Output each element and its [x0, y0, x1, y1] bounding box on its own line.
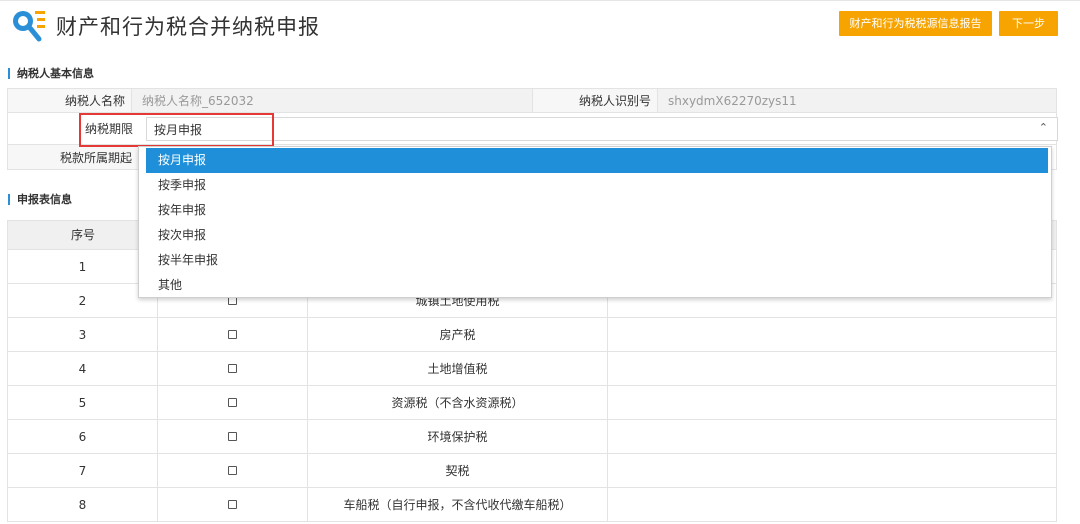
table-row: 3 房产税	[7, 318, 1057, 352]
row-extra	[608, 454, 1056, 487]
page-title: 财产和行为税合并纳税申报	[56, 15, 320, 39]
row-checkbox-cell	[158, 488, 308, 521]
table-row: 7 契税	[7, 454, 1057, 488]
taxpayer-id-value: shxydmX62270zys11	[658, 89, 1056, 112]
taxpayer-name-label: 纳税人名称	[8, 89, 132, 112]
taxpayer-row: 纳税人名称 纳税人名称_652032 纳税人识别号 shxydmX62270zy…	[7, 88, 1057, 113]
next-step-button[interactable]: 下一步	[999, 11, 1058, 36]
basic-info-section-title: 纳税人基本信息	[8, 68, 94, 79]
declaration-section-title: 申报表信息	[8, 194, 72, 205]
row-checkbox[interactable]	[228, 330, 237, 339]
row-extra	[608, 318, 1056, 351]
row-extra	[608, 352, 1056, 385]
taxpayer-id-label: 纳税人识别号	[533, 89, 658, 112]
period-highlight-box	[79, 113, 274, 147]
row-checkbox-cell	[158, 386, 308, 419]
row-no: 1	[8, 250, 158, 283]
row-checkbox-cell	[158, 420, 308, 453]
page-header: 财产和行为税合并纳税申报 财产和行为税税源信息报告 下一步	[0, 0, 1080, 48]
row-tax-name: 环境保护税	[308, 420, 608, 453]
row-no: 3	[8, 318, 158, 351]
row-tax-name: 房产税	[308, 318, 608, 351]
tax-source-report-button[interactable]: 财产和行为税税源信息报告	[839, 11, 992, 36]
row-checkbox[interactable]	[228, 432, 237, 441]
row-checkbox-cell	[158, 352, 308, 385]
option-yearly[interactable]: 按年申报	[146, 198, 1048, 223]
row-checkbox[interactable]	[228, 364, 237, 373]
table-row: 4 土地增值税	[7, 352, 1057, 386]
option-semiannual[interactable]: 按半年申报	[146, 248, 1048, 273]
row-tax-name: 资源税（不含水资源税）	[308, 386, 608, 419]
table-row: 5 资源税（不含水资源税）	[7, 386, 1057, 420]
option-quarterly[interactable]: 按季申报	[146, 173, 1048, 198]
row-no: 7	[8, 454, 158, 487]
row-no: 6	[8, 420, 158, 453]
period-dropdown: 按月申报 按季申报 按年申报 按次申报 按半年申报 其他	[138, 146, 1052, 298]
row-checkbox[interactable]	[228, 500, 237, 509]
row-checkbox-cell	[158, 454, 308, 487]
tax-period-start-label: 税款所属期起	[8, 145, 139, 169]
header-no: 序号	[70, 228, 95, 242]
row-extra	[608, 386, 1056, 419]
chevron-up-icon: ⌃	[1038, 121, 1048, 134]
row-extra	[608, 488, 1056, 521]
row-no: 5	[8, 386, 158, 419]
magnifier-list-icon	[13, 11, 45, 42]
taxpayer-name-value: 纳税人名称_652032	[132, 89, 533, 112]
option-other[interactable]: 其他	[146, 273, 1048, 298]
row-tax-name: 土地增值税	[308, 352, 608, 385]
row-checkbox-cell	[158, 318, 308, 351]
table-row: 8 车船税（自行申报，不含代收代缴车船税）	[7, 488, 1057, 522]
table-row: 6 环境保护税	[7, 420, 1057, 454]
row-no: 2	[8, 284, 158, 317]
row-checkbox[interactable]	[228, 466, 237, 475]
option-per-occurrence[interactable]: 按次申报	[146, 223, 1048, 248]
row-tax-name: 契税	[308, 454, 608, 487]
row-extra	[608, 420, 1056, 453]
row-checkbox[interactable]	[228, 398, 237, 407]
row-tax-name: 车船税（自行申报，不含代收代缴车船税）	[308, 488, 608, 521]
row-no: 8	[8, 488, 158, 521]
period-select[interactable]: 按月申报 ⌃	[146, 117, 1058, 141]
option-monthly[interactable]: 按月申报	[146, 148, 1048, 173]
row-no: 4	[8, 352, 158, 385]
